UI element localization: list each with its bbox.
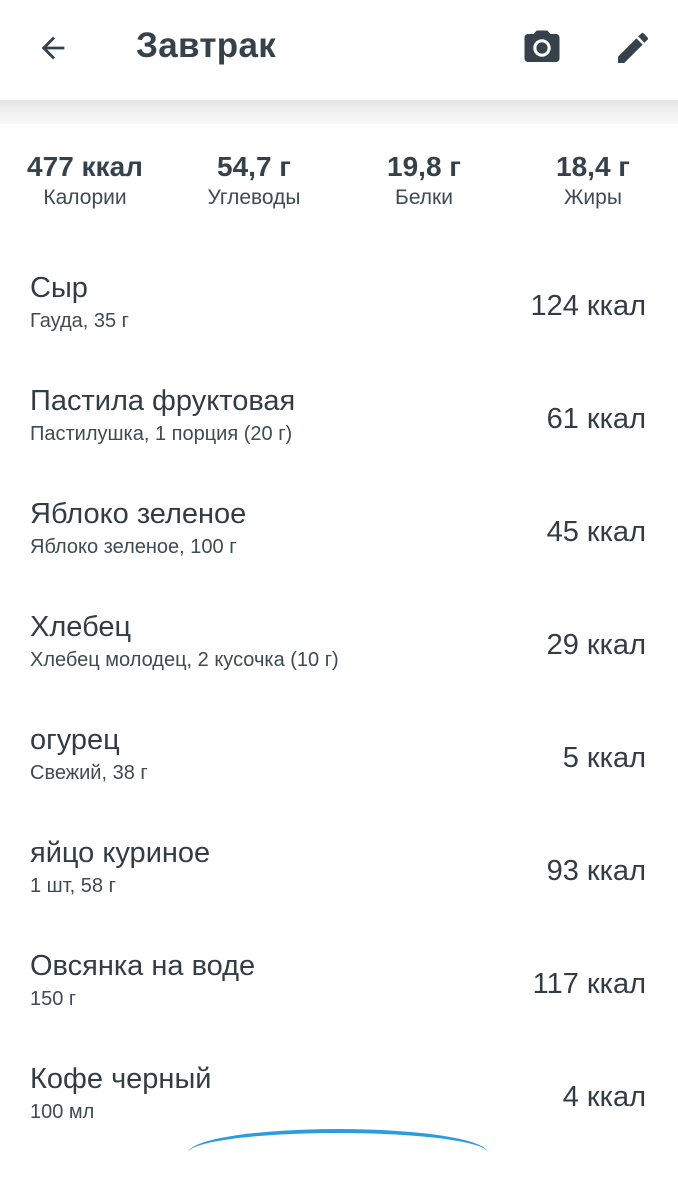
toolbar-shadow xyxy=(0,100,678,124)
food-calories: 61 ккал xyxy=(546,403,646,435)
food-calories: 5 ккал xyxy=(562,742,646,774)
food-name: Кофе черный xyxy=(30,1063,212,1095)
food-description: 1 шт, 58 г xyxy=(30,875,116,897)
summary-protein: 19,8 г Белки xyxy=(339,150,509,212)
nutrition-summary: 477 ккал Калории 54,7 г Углеводы 19,8 г … xyxy=(0,150,678,230)
food-name: Яблоко зеленое xyxy=(30,498,247,530)
food-calories: 93 ккал xyxy=(546,855,646,887)
list-item[interactable]: Хлебец Хлебец молодец, 2 кусочка (10 г) … xyxy=(0,597,678,710)
summary-label: Белки xyxy=(395,186,453,209)
list-item[interactable]: Пастила фруктовая Пастилушка, 1 порция (… xyxy=(0,371,678,484)
summary-calories: 477 ккал Калории xyxy=(0,150,170,212)
food-description: Хлебец молодец, 2 кусочка (10 г) xyxy=(30,649,339,671)
summary-value: 18,4 г xyxy=(556,151,630,182)
list-item[interactable]: Овсянка на воде 150 г 117 ккал xyxy=(0,936,678,1049)
list-item[interactable]: Яблоко зеленое Яблоко зеленое, 100 г 45 … xyxy=(0,484,678,597)
camera-icon xyxy=(524,30,560,62)
food-calories: 117 ккал xyxy=(532,968,646,1000)
food-name: Овсянка на воде xyxy=(30,950,256,982)
arrow-back-icon xyxy=(41,36,65,60)
back-button[interactable] xyxy=(23,18,83,78)
edit-button[interactable] xyxy=(603,18,663,78)
food-calories: 124 ккал xyxy=(530,290,646,322)
summary-fat: 18,4 г Жиры xyxy=(508,150,678,212)
camera-button[interactable] xyxy=(512,18,572,78)
pencil-icon xyxy=(618,32,649,63)
food-description: Пастилушка, 1 порция (20 г) xyxy=(30,423,293,445)
food-description: Гауда, 35 г xyxy=(30,310,129,332)
summary-label: Жиры xyxy=(564,186,622,209)
food-name: Пастила фруктовая xyxy=(30,385,296,417)
list-item[interactable]: огурец Свежий, 38 г 5 ккал xyxy=(0,710,678,823)
summary-label: Углеводы xyxy=(207,186,301,209)
food-calories: 45 ккал xyxy=(546,516,646,548)
summary-label: Калории xyxy=(43,186,127,209)
summary-value: 54,7 г xyxy=(217,151,291,182)
list-item[interactable]: Сыр Гауда, 35 г 124 ккал xyxy=(0,258,678,371)
food-description: 150 г xyxy=(30,988,77,1010)
food-name: огурец xyxy=(30,724,120,756)
food-calories: 29 ккал xyxy=(546,629,646,661)
food-name: Сыр xyxy=(30,272,88,304)
food-name: яйцо куриное xyxy=(30,837,211,869)
food-description: Свежий, 38 г xyxy=(30,762,148,784)
food-name: Хлебец xyxy=(30,611,132,643)
meal-screen: Завтрак 477 ккал Калории 54,7 г Углеводы… xyxy=(0,0,678,1200)
food-list: Сыр Гауда, 35 г 124 ккал Пастила фруктов… xyxy=(0,258,678,1162)
food-calories: 4 ккал xyxy=(562,1081,646,1113)
food-description: Яблоко зеленое, 100 г xyxy=(30,536,237,558)
list-item[interactable]: яйцо куриное 1 шт, 58 г 93 ккал xyxy=(0,823,678,936)
summary-value: 477 ккал xyxy=(27,151,143,182)
summary-carbs: 54,7 г Углеводы xyxy=(169,150,339,212)
summary-value: 19,8 г xyxy=(387,151,461,182)
food-description: 100 мл xyxy=(30,1101,95,1123)
toolbar: Завтрак xyxy=(0,0,678,100)
page-title: Завтрак xyxy=(136,26,277,65)
